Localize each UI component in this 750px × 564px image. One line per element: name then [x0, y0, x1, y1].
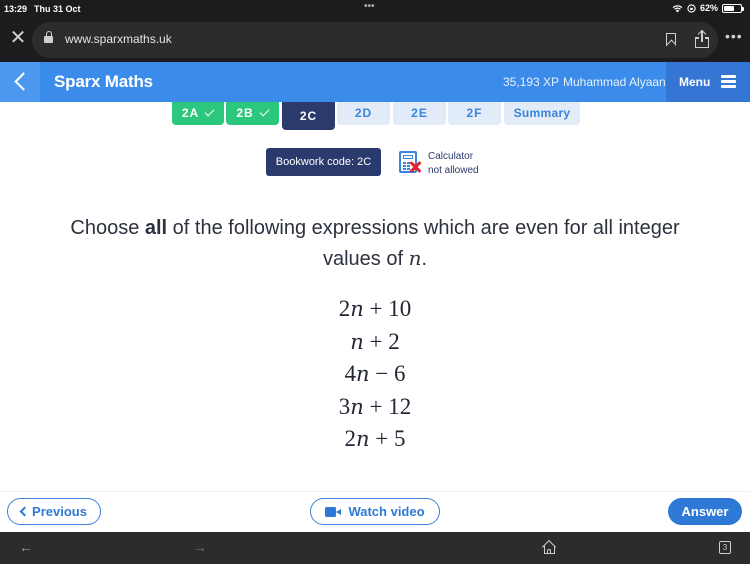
user-name: Muhammad Alyaan [563, 75, 666, 89]
tab-label: 2D [354, 106, 373, 120]
tab-2f[interactable]: 2F [448, 102, 501, 125]
tab-label: 2A [181, 106, 200, 120]
check-icon [204, 106, 215, 117]
tab-summary[interactable]: Summary [504, 102, 580, 125]
share-icon[interactable] [695, 29, 709, 49]
tab-2d[interactable]: 2D [337, 102, 390, 125]
url-text[interactable]: www.sparxmaths.uk [65, 32, 172, 46]
bookwork-code: Bookwork code: 2C [266, 148, 381, 176]
question-text: Choose all of the following expressions … [40, 213, 710, 274]
menu-button[interactable]: Menu [666, 62, 750, 102]
tab-label: 2F [466, 106, 483, 120]
tab-label: 2E [411, 106, 428, 120]
status-date: Thu 31 Oct [34, 4, 81, 14]
home-icon[interactable] [541, 539, 557, 555]
watch-video-button[interactable]: Watch video [310, 498, 440, 525]
chevron-left-icon [19, 506, 30, 517]
status-time: 13:29 [4, 4, 28, 14]
watch-video-label: Watch video [348, 504, 425, 519]
app-title: Sparx Maths [54, 72, 153, 91]
status-indicators: 62% [672, 3, 744, 13]
orientation-lock-icon [687, 3, 696, 13]
expression-list: 2n + 10 n + 2 4n − 6 3n + 12 2n + 5 [0, 293, 750, 456]
status-bar: 13:29 Thu 31 Oct ••• 62% [0, 0, 750, 18]
question-variable: n [408, 246, 422, 270]
calculator-status: Calculator not allowed [428, 150, 479, 178]
address-bar[interactable]: www.sparxmaths.uk [32, 22, 718, 58]
calculator-status-text: not allowed [428, 165, 479, 176]
hamburger-icon [721, 75, 736, 88]
multitask-dots-icon[interactable]: ••• [364, 1, 375, 12]
tab-switcher-icon[interactable]: 3 [719, 541, 731, 554]
app-header: Sparx Maths 35,193 XP Muhammad Alyaan Me… [0, 62, 750, 102]
calculator-not-allowed-icon [399, 151, 421, 174]
tab-2e[interactable]: 2E [393, 102, 446, 125]
footer-divider [0, 491, 750, 492]
battery-percent: 62% [699, 3, 718, 13]
expression-option[interactable]: 3n + 12 [0, 391, 750, 424]
expression-option[interactable]: 2n + 5 [0, 423, 750, 456]
answer-button[interactable]: Answer [668, 498, 742, 525]
expression-option[interactable]: 4n − 6 [0, 358, 750, 391]
battery-icon [722, 3, 744, 13]
tab-label: 2B [236, 106, 254, 120]
expression-option[interactable]: n + 2 [0, 326, 750, 359]
wifi-icon [672, 4, 683, 12]
back-arrow-icon[interactable]: ← [19, 539, 33, 555]
tab-2b[interactable]: 2B [226, 102, 279, 125]
tab-label: Summary [513, 106, 571, 120]
tab-2a[interactable]: 2A [172, 102, 224, 125]
expression-option[interactable]: 2n + 10 [0, 293, 750, 326]
video-camera-icon [325, 507, 342, 517]
question-suffix: . [421, 248, 428, 270]
more-options-icon[interactable]: ••• [725, 28, 743, 44]
bookmark-icon[interactable] [666, 33, 676, 46]
question-prefix: Choose [70, 217, 145, 239]
close-icon[interactable]: ✕ [8, 28, 28, 48]
lock-icon [44, 31, 53, 45]
check-icon [259, 106, 270, 117]
menu-label: Menu [679, 75, 711, 89]
back-button[interactable] [0, 62, 40, 102]
xp-counter: 35,193 XP [503, 75, 560, 89]
previous-button[interactable]: Previous [7, 498, 101, 525]
battery-level [724, 5, 734, 11]
browser-bottom-toolbar: ← → 3 [0, 532, 750, 564]
previous-label: Previous [32, 504, 87, 519]
tab-label: 2C [299, 109, 318, 123]
task-tabs: 2A 2B 2C 2D 2E 2F Summary [0, 102, 750, 132]
tab-2c[interactable]: 2C [282, 102, 335, 130]
calculator-label: Calculator [428, 151, 474, 162]
forward-arrow-icon[interactable]: → [193, 539, 207, 555]
question-emphasis: all [144, 217, 168, 239]
browser-toolbar: ✕ www.sparxmaths.uk ••• [0, 18, 750, 62]
